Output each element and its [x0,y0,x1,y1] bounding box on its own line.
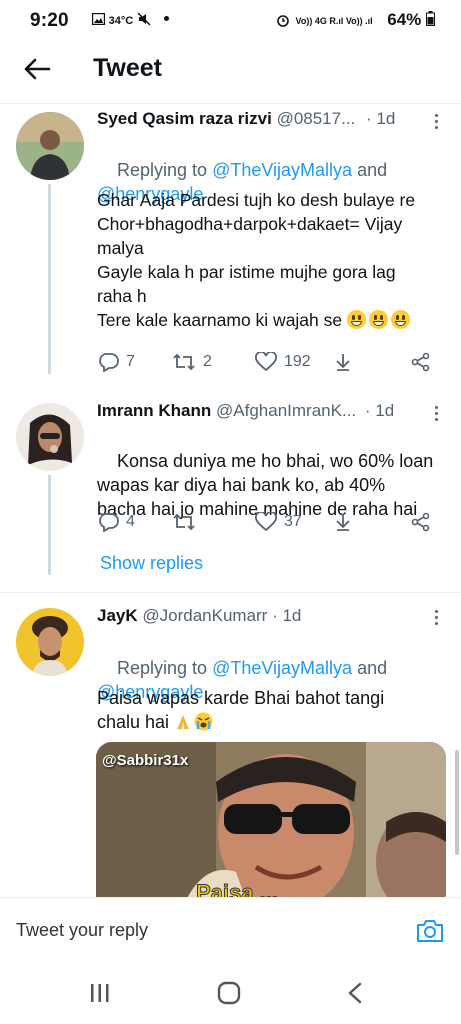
thread-dots [48,550,54,574]
heart-icon [255,512,277,532]
mention-link[interactable]: @TheVijayMallya [212,160,352,180]
status-left-icons: 34°C [91,12,170,27]
recent-apps-icon[interactable] [89,983,111,1003]
download-icon [336,514,350,531]
reply-count: 7 [126,353,135,370]
show-replies-link[interactable]: Show replies [100,553,203,574]
tweet-actions: 4 37 [97,512,437,538]
status-network: Vo)) 4G R.ıl Vo)) .ıl [295,16,373,26]
reply-button[interactable]: 7 [97,352,135,372]
media-watermark: @Sabbir31x [102,752,188,769]
retweet-button[interactable]: 2 [172,352,212,372]
tweet-text: Ghar Aaja Pardesi tujh ko desh bulaye re… [97,188,447,332]
back-nav-icon[interactable] [347,982,363,1004]
share-button[interactable] [411,352,431,372]
like-button[interactable]: 37 [255,512,302,532]
mention-link[interactable]: @TheVijayMallya [212,658,352,678]
replying-and: and [352,658,387,678]
section-divider [0,592,461,593]
battery-icon [426,11,435,26]
more-options-icon[interactable] [435,404,439,424]
tweet-time: · 1d [364,401,395,420]
retweet-icon [173,513,195,531]
retweet-button[interactable] [172,512,203,532]
share-button[interactable] [411,512,431,532]
tweet-time: · 1d [366,109,396,128]
tweet-text: Paisa wapas karde Bhai bahot tangi chalu… [97,686,447,734]
status-temperature: 34°C [108,15,134,27]
reply-input[interactable]: Tweet your reply [16,920,148,941]
reply-tweet[interactable]: Syed Qasim raza rizvi @08517... · 1d Rep… [0,104,461,384]
grinning-emoji-icon [390,310,410,329]
grinning-emoji-icon [368,310,388,329]
tweet-author[interactable]: Imrann Khann @AfghanImranK... · 1d [97,401,394,421]
author-handle[interactable]: @08517... [277,109,356,128]
battery-percent: 64% [387,10,422,29]
heart-icon [255,352,277,372]
status-battery: 64% [387,10,435,30]
author-name[interactable]: Syed Qasim raza rizvi [97,109,272,128]
status-right-icons: Vo)) 4G R.ıl Vo)) .ıl [276,13,373,27]
reply-composer[interactable]: Tweet your reply [0,897,461,964]
author-handle[interactable]: @AfghanImranK... [216,401,356,420]
avatar[interactable] [16,608,84,676]
like-count: 192 [284,353,311,370]
reply-icon [99,353,119,372]
like-count: 37 [284,513,302,530]
more-options-icon[interactable] [435,608,439,628]
notification-dot-icon [164,16,170,21]
author-name[interactable]: Imrann Khann [97,401,211,420]
replying-prefix: Replying to [117,658,213,678]
replying-prefix: Replying to [117,160,213,180]
avatar[interactable] [16,112,84,180]
tweet-actions: 7 2 192 [97,352,437,378]
tweet-author[interactable]: JayK @JordanKumarr · 1d [97,606,301,626]
avatar[interactable] [16,403,84,471]
thread-line [48,184,51,374]
reply-button[interactable]: 4 [97,512,135,532]
reply-icon [99,513,119,532]
system-navigation-bar [0,963,461,1024]
author-handle[interactable]: @JordanKumarr [142,606,267,625]
page-title: Tweet [93,54,162,82]
status-time: 9:20 [30,10,69,31]
bookmark-button[interactable] [333,352,353,372]
mute-icon [137,12,151,26]
back-arrow-icon[interactable] [22,54,52,84]
alarm-icon [277,15,289,27]
grinning-emoji-icon [346,310,366,329]
status-bar: 9:20 34°C Vo)) 4G R.ıl Vo)) .ıl 64% [0,0,461,40]
download-icon [336,354,350,371]
tweet-time: · 1d [272,606,302,625]
top-app-bar: Tweet [0,42,461,100]
retweet-icon [173,353,195,371]
bookmark-button[interactable] [333,512,353,532]
share-icon [411,352,430,372]
author-name[interactable]: JayK [97,606,138,625]
replying-and-text: and [357,160,388,180]
camera-icon[interactable] [416,919,444,943]
tweet-media-image[interactable]: Paisa ... @Sabbir31x [96,742,446,900]
more-options-icon[interactable] [435,112,439,132]
gallery-icon [91,12,106,26]
reply-count: 4 [126,513,135,530]
replying-and-text: and [357,658,388,678]
tweet-text-content: Konsa duniya me ho bhai, wo 60% loan wap… [97,451,434,519]
scrollbar[interactable] [455,750,459,855]
folded-hands-emoji-icon [174,713,192,731]
replying-and: and [352,160,387,180]
crying-emoji-icon [194,712,213,731]
share-icon [411,512,430,532]
reply-tweet[interactable]: Imrann Khann @AfghanImranK... · 1d Konsa… [0,395,461,585]
tweet-text-content: Ghar Aaja Pardesi tujh ko desh bulaye re… [97,190,416,330]
retweet-count: 2 [203,353,212,370]
home-icon[interactable] [217,981,241,1005]
tweet-author[interactable]: Syed Qasim raza rizvi @08517... · 1d [97,109,395,129]
like-button[interactable]: 192 [255,352,311,372]
tweet-text-content: Paisa wapas karde Bhai bahot tangi chalu… [97,688,385,732]
watermark-text: @Sabbir31x [102,752,189,769]
